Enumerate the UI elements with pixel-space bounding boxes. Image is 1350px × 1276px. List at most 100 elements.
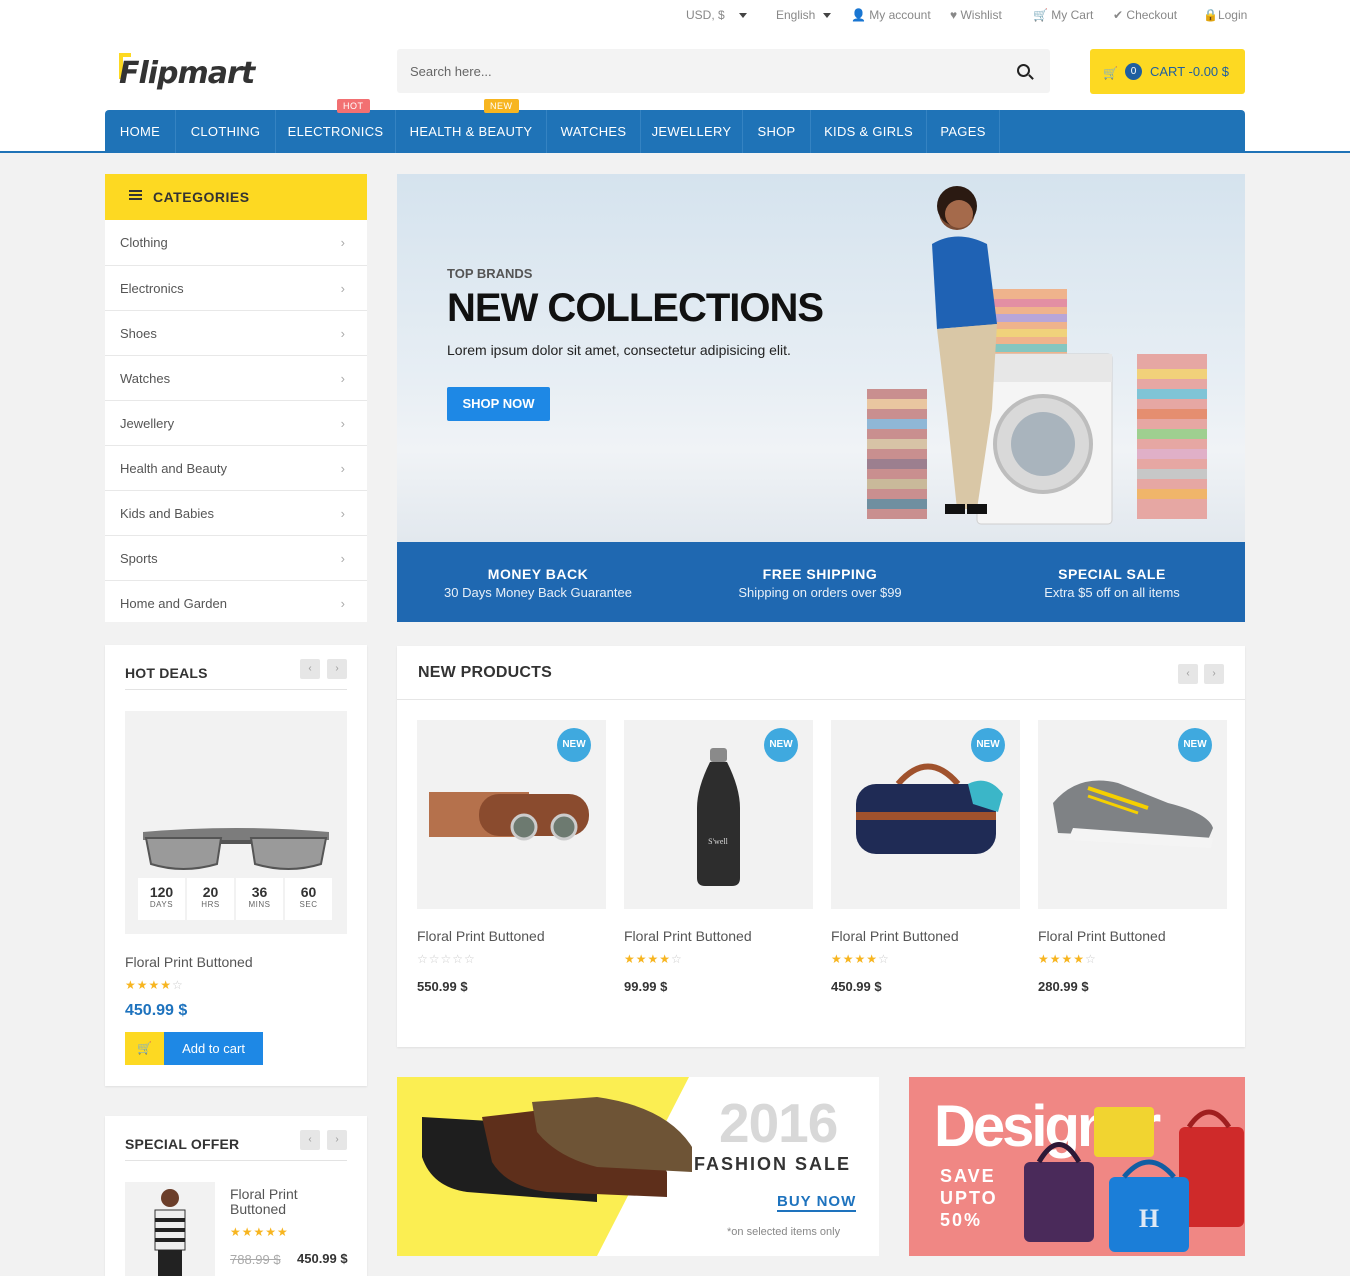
nav-kids-girls[interactable]: KIDS & GIRLS — [811, 110, 927, 153]
header: USD, $ English 👤 My account ♥ Wishlist 🛒… — [0, 0, 1350, 153]
product-price: 280.99 $ — [1038, 979, 1089, 994]
chevron-right-icon: › — [340, 461, 345, 476]
product-name[interactable]: Floral Print Buttoned — [624, 928, 752, 944]
cart-icon: 🛒 — [1033, 8, 1048, 22]
nav-pages[interactable]: PAGES — [927, 110, 1000, 153]
nav-electronics-label: ELECTRONICS — [287, 124, 384, 139]
product-image[interactable]: NEW — [417, 720, 606, 909]
prev-arrow-icon[interactable]: ‹ — [300, 659, 320, 679]
rating-stars: ★★★★☆ — [624, 952, 683, 966]
category-item[interactable]: Clothing › — [105, 220, 367, 265]
nav-home[interactable]: HOME — [105, 110, 176, 153]
product-image[interactable]: S'well NEW — [624, 720, 813, 909]
product-image[interactable]: NEW — [831, 720, 1020, 909]
nav-health-beauty-label: HEALTH & BEAUTY — [409, 124, 533, 139]
chevron-right-icon: › — [340, 281, 345, 296]
hero-image — [867, 186, 1207, 525]
special-offer-name-line2[interactable]: Buttoned — [230, 1201, 286, 1217]
hero-text: Lorem ipsum dolor sit amet, consectetur … — [447, 342, 791, 358]
category-item[interactable]: Jewellery › — [105, 400, 367, 445]
categories-header: CATEGORIES — [105, 174, 367, 220]
fashion-sale-banner[interactable]: 2016 FASHION SALE BUY NOW *on selected i… — [397, 1077, 879, 1256]
chevron-right-icon: › — [340, 596, 345, 611]
cart-button[interactable]: 🛒 0 CART -0.00 $ — [1090, 49, 1245, 94]
sneakers-image — [1053, 780, 1213, 848]
category-item[interactable]: Shoes › — [105, 310, 367, 355]
product-price: 450.99 $ — [831, 979, 882, 994]
rating-stars: ☆☆☆☆☆ — [417, 952, 476, 966]
lock-icon: 🔒 — [1203, 8, 1218, 22]
category-item[interactable]: Home and Garden › — [105, 580, 367, 625]
category-item[interactable]: Electronics › — [105, 265, 367, 310]
cart-icon[interactable]: 🛒 — [125, 1032, 164, 1065]
nav-watches[interactable]: WATCHES — [547, 110, 641, 153]
banner-year: 2016 — [719, 1092, 838, 1154]
wishlist-link[interactable]: ♥ Wishlist — [950, 8, 1002, 22]
timer-mins: 36 MINS — [236, 878, 283, 920]
new-products-title: NEW PRODUCTS — [418, 664, 552, 681]
next-arrow-icon[interactable]: › — [327, 1130, 347, 1150]
handbags-image: H — [1024, 1107, 1244, 1252]
nav-clothing[interactable]: CLOTHING — [176, 110, 276, 153]
special-offer-name-line1[interactable]: Floral Print — [230, 1186, 298, 1202]
hot-deal-price: 450.99 $ — [125, 1002, 188, 1019]
product-name[interactable]: Floral Print Buttoned — [1038, 928, 1166, 944]
chevron-right-icon: › — [340, 416, 345, 431]
category-item[interactable]: Kids and Babies › — [105, 490, 367, 535]
add-to-cart-button[interactable]: Add to cart — [164, 1032, 263, 1065]
timer-days: 120 DAYS — [138, 878, 185, 920]
login-link[interactable]: 🔒Login — [1203, 8, 1247, 22]
search-icon[interactable] — [1017, 64, 1030, 77]
my-cart-link[interactable]: 🛒 My Cart — [1033, 8, 1093, 22]
categories-sidebar: CATEGORIES Clothing › Electronics › Shoes ›… — [105, 174, 367, 622]
checkout-link[interactable]: ✔ Checkout — [1113, 8, 1177, 22]
product-image[interactable]: NEW — [1038, 720, 1227, 909]
hero-kicker: TOP BRANDS — [447, 266, 533, 281]
category-item[interactable]: Watches › — [105, 355, 367, 400]
buy-now-button[interactable]: BUY NOW — [777, 1193, 857, 1212]
special-offer-arrows: ‹ › — [300, 1130, 347, 1150]
nav-health-beauty[interactable]: HEALTH & BEAUTY NEW — [396, 99, 547, 153]
search-input[interactable] — [397, 49, 997, 93]
chevron-right-icon: › — [340, 371, 345, 386]
language-select[interactable]: English — [776, 8, 832, 22]
product-name[interactable]: Floral Print Buttoned — [417, 928, 545, 944]
shop-now-button[interactable]: SHOP NOW — [447, 387, 550, 421]
rating-stars: ★★★★☆ — [831, 952, 890, 966]
sunglasses-image — [143, 828, 329, 870]
feature-money-back: MONEY BACK 30 Days Money Back Guarantee — [444, 566, 632, 600]
new-badge: NEW — [484, 99, 519, 113]
categories-title: CATEGORIES — [153, 189, 250, 205]
new-tag: NEW — [1178, 728, 1212, 762]
chevron-right-icon: › — [340, 551, 345, 566]
category-item[interactable]: Sports › — [105, 535, 367, 580]
category-item[interactable]: Health and Beauty › — [105, 445, 367, 490]
product-price: 550.99 $ — [417, 979, 468, 994]
user-icon: 👤 — [851, 8, 866, 22]
prev-arrow-icon[interactable]: ‹ — [1178, 664, 1198, 684]
logo[interactable]: Flipmart — [119, 56, 255, 91]
top-links-bar: USD, $ English 👤 My account ♥ Wishlist 🛒… — [0, 8, 1350, 26]
hot-deal-image[interactable]: 120 DAYS 20 HRS 36 MINS 60 SEC — [125, 711, 347, 934]
hot-deal-name[interactable]: Floral Print Buttoned — [125, 954, 253, 970]
bottle-image: S'well — [697, 748, 740, 886]
hero-title: NEW COLLECTIONS — [447, 286, 824, 330]
nav-electronics[interactable]: ELECTRONICS HOT — [276, 99, 396, 153]
nav-shop[interactable]: SHOP — [743, 110, 811, 153]
nav-jewellery[interactable]: JEWELLERY — [641, 110, 743, 153]
prev-arrow-icon[interactable]: ‹ — [300, 1130, 320, 1150]
hot-deals-title: HOT DEALS — [125, 665, 208, 681]
currency-select[interactable]: USD, $ — [686, 8, 747, 22]
chevron-right-icon: › — [340, 506, 345, 521]
designer-banner[interactable]: Designer H SAVE UPTO 50% — [909, 1077, 1245, 1256]
next-arrow-icon[interactable]: › — [1204, 664, 1224, 684]
product-price: 99.99 $ — [624, 979, 668, 994]
special-offer-price: 450.99 $ — [297, 1251, 348, 1266]
next-arrow-icon[interactable]: › — [327, 659, 347, 679]
banner-title: FASHION SALE — [694, 1154, 852, 1174]
timer-hours: 20 HRS — [187, 878, 234, 920]
special-offer-image[interactable] — [125, 1182, 215, 1276]
model-image — [154, 1189, 186, 1276]
my-account-link[interactable]: 👤 My account — [851, 8, 931, 22]
product-name[interactable]: Floral Print Buttoned — [831, 928, 959, 944]
